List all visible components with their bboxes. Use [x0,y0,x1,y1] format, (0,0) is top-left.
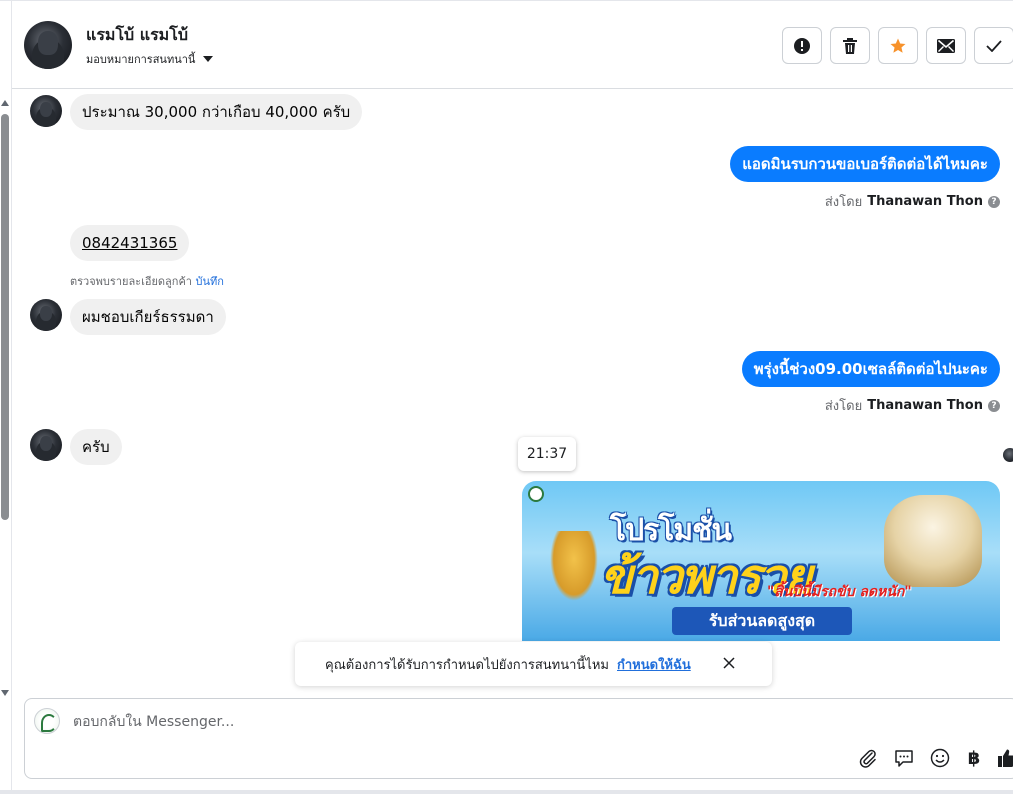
attach-button[interactable] [856,746,880,770]
promo-discount-band: รับส่วนลดสูงสุด [672,607,852,635]
sender-avatar[interactable] [30,299,62,331]
sent-by-prefix: ส่งโดย [824,399,863,414]
like-button[interactable] [995,746,1013,770]
outgoing-message[interactable]: พรุ่งนี้ช่วง09.00เซลล์ติดต่อไปนะคะ [741,351,1000,387]
emoji-button[interactable] [928,746,952,770]
reply-composer: ฿ [24,698,1013,779]
detect-text: ตรวจพบรายละเอียดลูกค้า [70,275,192,288]
notice-text: คุณต้องการได้รับการกำหนดไปยังการสนทนานี้… [325,657,609,673]
incoming-message[interactable]: ครับ [70,429,122,465]
saved-replies-button[interactable] [892,746,916,770]
promo-image-attachment[interactable]: โปรโมชั่น ข้าวพารวย "สิ้นปีนี้มีรถขับ ลด… [522,481,1000,641]
delete-button[interactable] [830,27,870,64]
mark-done-button[interactable] [974,27,1013,64]
sent-by-name: Thanawan Thon [867,398,983,413]
incoming-message[interactable]: 0842431365 [70,225,190,261]
seen-avatar [1003,448,1013,462]
envelope-icon [937,38,955,53]
help-icon[interactable]: ? [988,399,1000,412]
sent-by-line: ส่งโดย Thanawan Thon ? [825,395,1000,416]
assign-conversation-dropdown[interactable]: มอบหมายการสนทนานี้ [86,50,214,68]
outgoing-message[interactable]: แอดมินรบกวนขอเบอร์ติดต่อได้ไหมคะ [730,146,1000,182]
reply-input[interactable] [73,712,773,732]
incoming-message[interactable]: ผมชอบเกียร์ธรรมดา [70,299,226,335]
incoming-message[interactable]: ประมาณ 30,000 กว่าเกือบ 40,000 ครับ [70,94,363,130]
scroll-thumb[interactable] [1,114,9,520]
scroll-down-arrow-icon[interactable] [1,690,9,696]
save-detail-link[interactable]: บันทึก [195,275,223,288]
sender-avatar[interactable] [30,95,62,127]
contact-name[interactable]: แรมโบ้ แรมโบ้ [86,23,188,48]
phone-number-link[interactable]: 0842431365 [82,234,177,252]
message-scrollbar[interactable] [0,90,10,700]
rice-stalks-graphic [550,531,598,601]
promo-tagline: "สิ้นปีนี้มีรถขับ ลดหนัก" [767,584,912,600]
conversation-header: แรมโบ้ แรมโบ้ มอบหมายการสนทนานี้ [12,1,1013,89]
assign-to-me-link[interactable]: กำหนดให้ฉัน [617,654,691,675]
chat-bubble-icon [895,750,913,767]
alert-icon [794,37,810,54]
assign-label: มอบหมายการสนทนานี้ [86,53,196,66]
timestamp-tooltip: 21:37 [518,437,576,471]
contact-avatar[interactable] [24,21,72,69]
customer-detail-detected: ตรวจพบรายละเอียดลูกค้า บันทึก [70,272,224,290]
mark-unread-button[interactable] [926,27,966,64]
thumbs-up-icon [998,749,1013,767]
sent-by-prefix: ส่งโดย [824,195,863,210]
brand-logo [528,486,544,502]
rice-sack-graphic [884,495,982,587]
sent-by-line: ส่งโดย Thanawan Thon ? [825,191,1000,212]
conversation-pane: แรมโบ้ แรมโบ้ มอบหมายการสนทนานี้ ประมาณ … [0,0,1013,794]
bottom-divider [0,790,1013,794]
sender-avatar[interactable] [30,429,62,461]
trash-icon [843,37,857,54]
paperclip-icon [859,749,876,768]
close-icon[interactable] [722,656,736,670]
checkmark-icon [986,39,1002,52]
payment-button[interactable]: ฿ [962,746,986,770]
caret-down-icon [203,56,214,62]
left-divider [11,0,12,794]
assign-notice: คุณต้องการได้รับการกำหนดไปยังการสนทนานี้… [295,642,772,686]
star-button[interactable] [878,27,918,64]
page-avatar [34,708,60,734]
spam-button[interactable] [782,27,822,64]
baht-icon: ฿ [967,747,981,769]
help-icon[interactable]: ? [988,195,1000,208]
scroll-up-arrow-icon[interactable] [1,100,9,106]
promo-headline: ข้าวพารวย [600,549,812,605]
smiley-icon [930,748,950,768]
star-icon [890,38,906,53]
sent-by-name: Thanawan Thon [867,194,983,209]
